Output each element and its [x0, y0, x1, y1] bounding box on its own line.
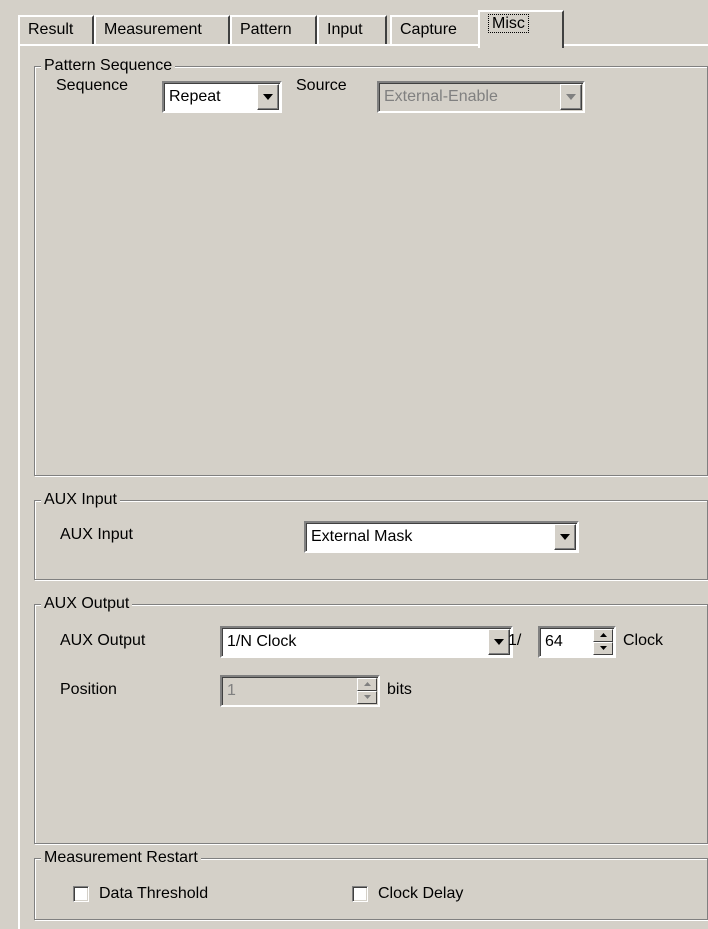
sequence-select[interactable]: Repeat	[162, 81, 282, 113]
source-value: External-Enable	[384, 88, 498, 105]
position-unit: bits	[387, 681, 412, 698]
aux-output-label: AUX Output	[60, 632, 146, 649]
chevron-down-icon	[263, 94, 273, 100]
pattern-sequence-title: Pattern Sequence	[41, 56, 176, 76]
spin-down-arrow-icon	[600, 646, 607, 650]
tab-result-label: Result	[28, 21, 74, 38]
clock-divider-value: 64	[545, 633, 563, 650]
position-spin-buttons	[357, 678, 377, 704]
spin-up-arrow-icon	[600, 633, 607, 637]
aux-input-title: AUX Input	[41, 490, 120, 510]
source-dropdown-button[interactable]	[560, 84, 582, 110]
clock-divider-spin-buttons	[593, 629, 613, 655]
chevron-down-icon	[494, 639, 504, 645]
aux-input-value: External Mask	[311, 528, 413, 545]
tab-measurement[interactable]: Measurement	[94, 15, 230, 45]
data-threshold-checkbox[interactable]	[73, 886, 89, 902]
sequence-value: Repeat	[169, 88, 221, 105]
aux-input-select[interactable]: External Mask	[304, 521, 579, 553]
source-label: Source	[296, 77, 347, 94]
measurement-restart-title: Measurement Restart	[41, 848, 201, 868]
chevron-down-icon	[566, 94, 576, 100]
spin-up-arrow-icon	[364, 682, 371, 686]
aux-input-dropdown-button[interactable]	[554, 524, 576, 550]
position-up-button[interactable]	[357, 678, 377, 691]
misc-tab-panel: Pattern Sequence Sequence Repeat Source …	[18, 44, 708, 929]
data-threshold-label[interactable]: Data Threshold	[99, 884, 208, 904]
tab-misc-label: Misc	[488, 14, 529, 33]
tab-capture-label: Capture	[400, 21, 457, 38]
position-down-button[interactable]	[357, 691, 377, 704]
clock-divider-up-button[interactable]	[593, 629, 613, 642]
divider-prefix: 1/	[508, 632, 522, 649]
aux-output-value: 1/N Clock	[227, 633, 297, 650]
sequence-label: Sequence	[56, 77, 129, 94]
tab-capture[interactable]: Capture	[390, 15, 480, 45]
aux-input-group: AUX Input AUX Input External Mask	[34, 490, 708, 580]
clock-delay-checkbox[interactable]	[352, 886, 368, 902]
clock-divider-down-button[interactable]	[593, 642, 613, 655]
chevron-down-icon	[560, 534, 570, 540]
aux-output-dropdown-button[interactable]	[488, 629, 510, 655]
tab-result[interactable]: Result	[18, 15, 94, 45]
pattern-sequence-group: Pattern Sequence Sequence Repeat Source …	[34, 56, 708, 476]
tab-measurement-label: Measurement	[104, 21, 202, 38]
measurement-restart-group: Measurement Restart Data Threshold Clock…	[34, 848, 708, 920]
source-select[interactable]: External-Enable	[377, 81, 585, 113]
tab-misc[interactable]: Misc	[478, 10, 564, 48]
aux-output-select[interactable]: 1/N Clock	[220, 626, 513, 658]
aux-input-label: AUX Input	[60, 526, 133, 543]
position-spinbox[interactable]: 1	[220, 675, 380, 707]
tab-input[interactable]: Input	[317, 15, 387, 45]
aux-output-title: AUX Output	[41, 594, 133, 614]
divider-suffix: Clock	[623, 632, 664, 649]
spin-down-arrow-icon	[364, 695, 371, 699]
sequence-dropdown-button[interactable]	[257, 84, 279, 110]
clock-divider-spinbox[interactable]: 64	[538, 626, 616, 658]
tab-pattern[interactable]: Pattern	[230, 15, 317, 45]
position-value: 1	[227, 682, 236, 699]
aux-output-group: AUX Output AUX Output 1/N Clock 1/ 64 Cl…	[34, 594, 708, 844]
tab-input-label: Input	[327, 21, 363, 38]
clock-delay-label[interactable]: Clock Delay	[378, 884, 463, 904]
position-label: Position	[60, 681, 117, 698]
tab-pattern-label: Pattern	[240, 21, 292, 38]
